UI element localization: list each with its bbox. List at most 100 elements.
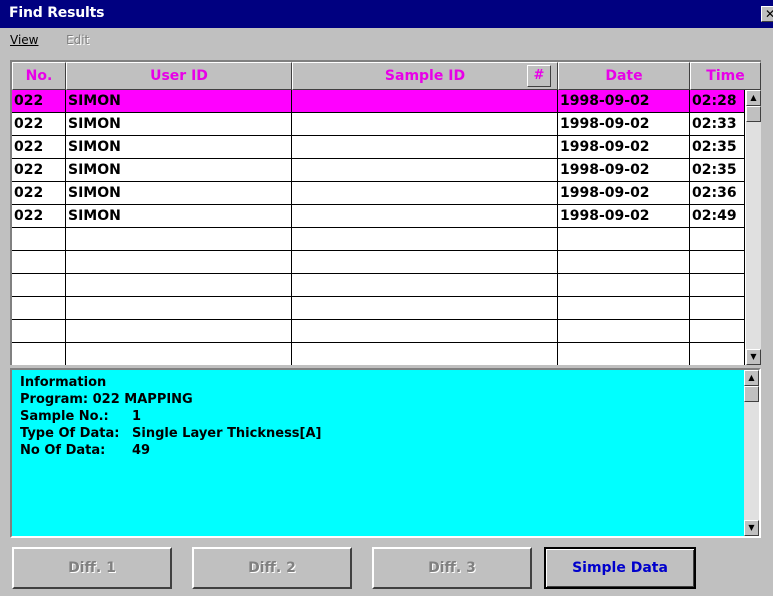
- cell-user-id: SIMON: [66, 205, 292, 227]
- table-row[interactable]: 022 SIMON 1998-09-02 02:28: [12, 90, 745, 113]
- scroll-up-arrow-icon[interactable]: ▲: [746, 90, 761, 106]
- scroll-down-arrow-icon[interactable]: ▼: [744, 520, 759, 536]
- cell-time: 02:36: [690, 182, 745, 204]
- cell-sample-id: [292, 205, 558, 227]
- table-row[interactable]: 022 SIMON 1998-09-02 02:35: [12, 159, 745, 182]
- table-row[interactable]: [12, 274, 745, 297]
- menu-view[interactable]: View: [10, 33, 38, 47]
- cell-date: [558, 320, 690, 342]
- column-header-date[interactable]: Date: [558, 62, 690, 90]
- cell-date: [558, 343, 690, 365]
- cell-date: [558, 297, 690, 319]
- window-title: Find Results: [9, 5, 105, 21]
- cell-time: 02:33: [690, 113, 745, 135]
- cell-date: 1998-09-02: [558, 205, 690, 227]
- cell-no: [12, 343, 66, 365]
- menu-edit[interactable]: Edit: [66, 33, 89, 47]
- cell-sample-id: [292, 251, 558, 273]
- cell-date: 1998-09-02: [558, 90, 690, 112]
- cell-no: [12, 228, 66, 250]
- cell-sample-id: [292, 343, 558, 365]
- diff-2-button[interactable]: Diff. 2: [192, 547, 352, 589]
- cell-date: 1998-09-02: [558, 136, 690, 158]
- cell-date: 1998-09-02: [558, 159, 690, 181]
- info-sample-no-value: 1: [132, 409, 142, 424]
- info-count-value: 49: [132, 443, 151, 458]
- button-bar: Diff. 1 Diff. 2 Diff. 3 Simple Data: [0, 545, 773, 595]
- cell-sample-id: [292, 136, 558, 158]
- cell-user-id: [66, 274, 292, 296]
- scroll-thumb[interactable]: [744, 386, 759, 402]
- scroll-thumb[interactable]: [746, 106, 761, 122]
- cell-time: 02:35: [690, 136, 745, 158]
- table-row[interactable]: [12, 343, 745, 365]
- cell-user-id: [66, 228, 292, 250]
- cell-user-id: [66, 320, 292, 342]
- cell-no: 022: [12, 159, 66, 181]
- cell-time: [690, 343, 745, 365]
- cell-sample-id: [292, 90, 558, 112]
- info-heading: Information: [20, 375, 107, 390]
- cell-no: [12, 297, 66, 319]
- table-row[interactable]: [12, 251, 745, 274]
- info-program: Program: 022 MAPPING: [20, 392, 193, 407]
- cell-date: [558, 251, 690, 273]
- table-row[interactable]: 022 SIMON 1998-09-02 02:36: [12, 182, 745, 205]
- info-scrollbar[interactable]: ▲ ▼: [744, 370, 759, 536]
- cell-no: [12, 251, 66, 273]
- cell-user-id: [66, 251, 292, 273]
- column-header-no[interactable]: No.: [12, 62, 66, 90]
- cell-user-id: [66, 297, 292, 319]
- cell-time: [690, 320, 745, 342]
- table-row[interactable]: [12, 297, 745, 320]
- cell-no: 022: [12, 90, 66, 112]
- table-row[interactable]: [12, 320, 745, 343]
- menu-view-label: View: [10, 33, 39, 47]
- table-row[interactable]: [12, 228, 745, 251]
- cell-no: [12, 320, 66, 342]
- cell-user-id: SIMON: [66, 182, 292, 204]
- cell-time: 02:35: [690, 159, 745, 181]
- hash-button[interactable]: #: [527, 65, 551, 87]
- cell-time: [690, 228, 745, 250]
- info-sample-no-label: Sample No.:: [20, 409, 109, 424]
- info-count-label: No Of Data:: [20, 443, 106, 458]
- grid-scrollbar[interactable]: ▲ ▼: [746, 90, 761, 365]
- info-type-label: Type Of Data:: [20, 426, 120, 441]
- cell-time: 02:49: [690, 205, 745, 227]
- close-icon[interactable]: ✕: [761, 6, 773, 22]
- title-bar: Find Results ✕: [0, 0, 773, 28]
- cell-no: 022: [12, 205, 66, 227]
- cell-date: [558, 228, 690, 250]
- cell-no: [12, 274, 66, 296]
- cell-user-id: [66, 343, 292, 365]
- cell-no: 022: [12, 113, 66, 135]
- cell-sample-id: [292, 274, 558, 296]
- column-header-sample-id[interactable]: Sample ID #: [292, 62, 558, 90]
- cell-user-id: SIMON: [66, 113, 292, 135]
- cell-no: 022: [12, 136, 66, 158]
- cell-date: 1998-09-02: [558, 113, 690, 135]
- column-header-time[interactable]: Time: [690, 62, 761, 90]
- simple-data-button[interactable]: Simple Data: [544, 547, 696, 589]
- information-panel: Information Program: 022 MAPPING Sample …: [10, 368, 761, 538]
- cell-user-id: SIMON: [66, 90, 292, 112]
- table-row[interactable]: 022 SIMON 1998-09-02 02:33: [12, 113, 745, 136]
- table-row[interactable]: 022 SIMON 1998-09-02 02:49: [12, 205, 745, 228]
- cell-date: 1998-09-02: [558, 182, 690, 204]
- diff-1-button[interactable]: Diff. 1: [12, 547, 172, 589]
- cell-sample-id: [292, 297, 558, 319]
- grid-header: No. User ID Sample ID # Date Time: [12, 62, 761, 90]
- info-type-value: Single Layer Thickness[A]: [132, 426, 322, 441]
- scroll-down-arrow-icon[interactable]: ▼: [746, 349, 761, 365]
- menu-bar: View Edit: [0, 28, 773, 56]
- cell-no: 022: [12, 182, 66, 204]
- scroll-up-arrow-icon[interactable]: ▲: [744, 370, 759, 386]
- cell-sample-id: [292, 228, 558, 250]
- table-row[interactable]: 022 SIMON 1998-09-02 02:35: [12, 136, 745, 159]
- cell-sample-id: [292, 113, 558, 135]
- diff-3-button[interactable]: Diff. 3: [372, 547, 532, 589]
- column-header-user-id[interactable]: User ID: [66, 62, 292, 90]
- cell-sample-id: [292, 159, 558, 181]
- cell-time: 02:28: [690, 90, 745, 112]
